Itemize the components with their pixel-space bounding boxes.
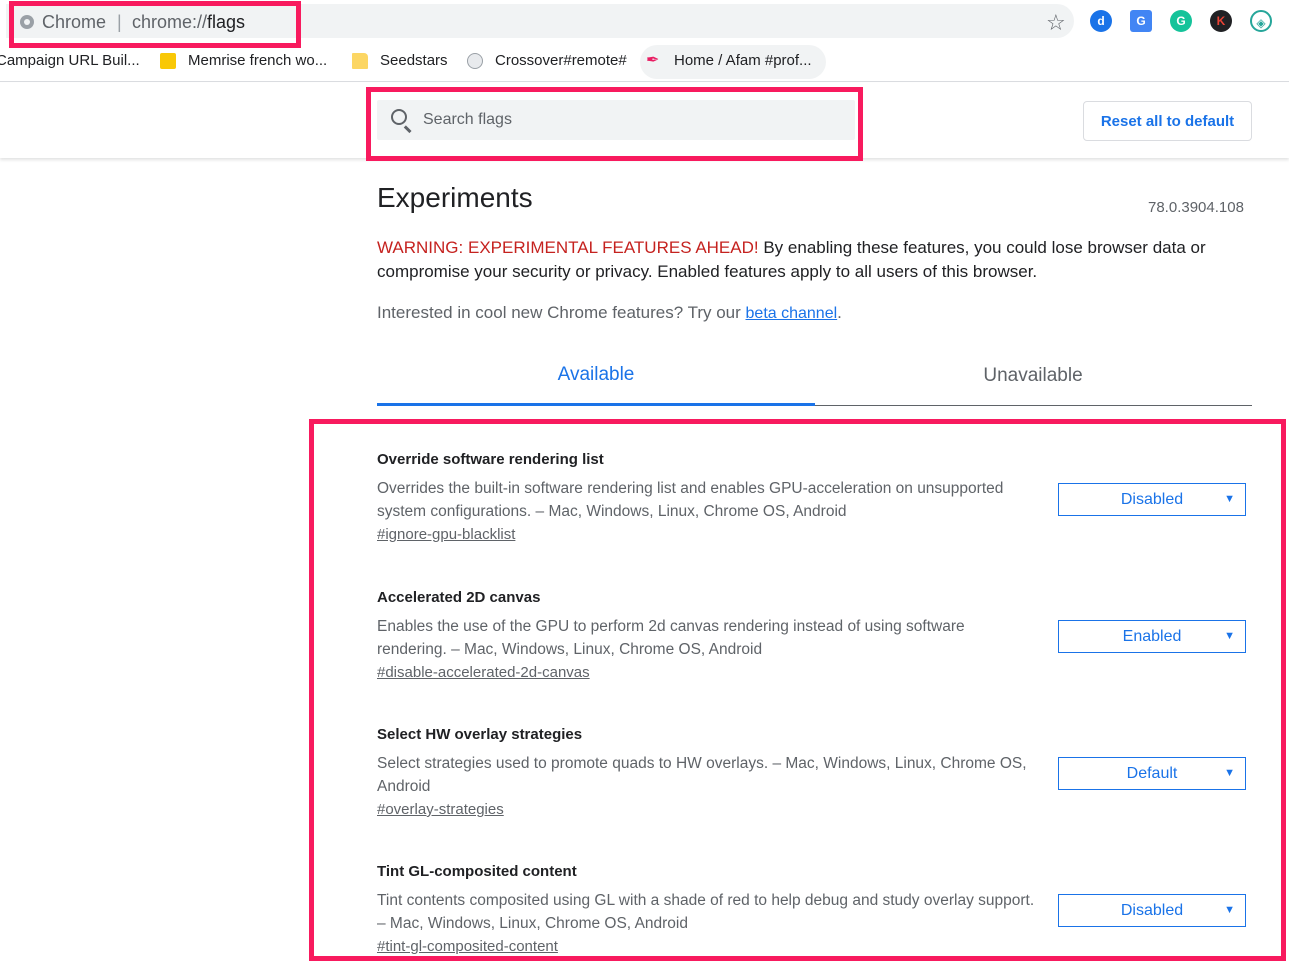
dropdown-arrow-icon: ▼ <box>1224 630 1235 642</box>
experiment-description: Select strategies used to promote quads … <box>377 755 1027 795</box>
beta-channel-link[interactable]: beta channel <box>746 305 838 322</box>
bookmark-label: Crossover#remote# <box>495 52 627 69</box>
dropdown-arrow-icon: ▼ <box>1224 767 1235 779</box>
bookmark-star-icon[interactable]: ☆ <box>1046 12 1066 34</box>
bookmarks-bar: Campaign URL Buil... Memrise french wo..… <box>0 42 1289 82</box>
experiment-item: Accelerated 2D canvas Enables the use of… <box>377 589 1252 682</box>
search-box[interactable] <box>377 100 855 140</box>
experiment-description: Overrides the built-in software renderin… <box>377 480 1004 520</box>
experiment-state-select[interactable]: Enabled ▼ <box>1058 620 1246 653</box>
bookmark-crossover[interactable]: Crossover#remote# <box>467 50 627 76</box>
browser-toolbar: Chrome | chrome://flags ☆ d G G K ◈ <box>0 0 1289 42</box>
bookmark-home-afam[interactable]: ✒ Home / Afam #prof... <box>640 45 826 79</box>
bookmark-label: Campaign URL Buil... <box>0 52 140 69</box>
experiment-name: Override software rendering list <box>377 451 604 468</box>
kami-icon[interactable]: K <box>1210 10 1232 32</box>
experiment-state-select[interactable]: Disabled ▼ <box>1058 894 1246 927</box>
beta-promo: Interested in cool new Chrome features? … <box>377 303 842 323</box>
tab-bar: Available Unavailable <box>377 355 1252 406</box>
experiment-state-select[interactable]: Default ▼ <box>1058 757 1246 790</box>
bookmark-label: Memrise french wo... <box>188 52 328 69</box>
search-icon <box>391 109 407 125</box>
select-value: Disabled <box>1120 491 1184 508</box>
bookmark-label: Seedstars <box>380 52 448 69</box>
experiment-description: Enables the use of the GPU to perform 2d… <box>377 618 965 658</box>
beta-promo-suffix: . <box>837 303 842 322</box>
feather-icon: ✒ <box>646 52 660 70</box>
experiment-item: Select HW overlay strategies Select stra… <box>377 726 1252 819</box>
experiment-permalink[interactable]: #ignore-gpu-blacklist <box>377 526 515 543</box>
google-translate-icon[interactable]: G <box>1130 10 1152 32</box>
select-value: Default <box>1126 765 1178 782</box>
site-separator: | <box>117 12 122 32</box>
warning-label: WARNING: EXPERIMENTAL FEATURES AHEAD! <box>377 238 759 257</box>
crossover-icon <box>467 53 483 70</box>
grammarly-icon[interactable]: G <box>1170 10 1192 32</box>
select-value: Disabled <box>1120 902 1184 919</box>
beta-promo-text: Interested in cool new Chrome features? … <box>377 303 746 322</box>
dropdown-arrow-icon: ▼ <box>1224 493 1235 505</box>
experiment-item: Override software rendering list Overrid… <box>377 451 1252 544</box>
version-label: 78.0.3904.108 <box>1148 199 1244 216</box>
address-url[interactable]: chrome://flags <box>132 12 245 33</box>
bookmark-campaign-url[interactable]: Campaign URL Buil... <box>0 50 140 76</box>
experiment-name: Tint GL-composited content <box>377 863 577 880</box>
experiment-item: Tint GL-composited content Tint contents… <box>377 863 1252 956</box>
reset-all-button[interactable]: Reset all to default <box>1083 101 1252 141</box>
experiment-name: Accelerated 2D canvas <box>377 589 541 606</box>
tab-unavailable[interactable]: Unavailable <box>814 355 1252 405</box>
experiment-state-select[interactable]: Disabled ▼ <box>1058 483 1246 516</box>
address-bar[interactable]: Chrome | chrome://flags ☆ <box>6 4 1074 38</box>
flags-header: Reset all to default <box>0 83 1289 158</box>
page-title: Experiments <box>377 182 533 213</box>
experiment-permalink[interactable]: #overlay-strategies <box>377 801 504 818</box>
site-name: Chrome <box>42 12 107 32</box>
bookmark-memrise[interactable]: Memrise french wo... <box>160 50 327 76</box>
experiment-permalink[interactable]: #disable-accelerated-2d-canvas <box>377 664 590 681</box>
memrise-icon <box>160 53 176 70</box>
url-scheme: chrome:// <box>132 12 208 32</box>
bookmark-seedstars[interactable]: Seedstars <box>352 50 448 76</box>
chrome-site-icon <box>20 15 34 29</box>
experiment-description: Tint contents composited using GL with a… <box>377 892 1035 932</box>
folder-icon <box>352 53 368 70</box>
experiment-name: Select HW overlay strategies <box>377 726 583 743</box>
search-input[interactable] <box>423 100 843 140</box>
url-path: flags <box>207 12 246 32</box>
tab-available[interactable]: Available <box>377 355 815 406</box>
dashlane-icon[interactable]: d <box>1090 10 1112 32</box>
bookmark-label: Home / Afam #prof... <box>674 52 812 69</box>
select-value: Enabled <box>1122 628 1182 645</box>
warning-text: WARNING: EXPERIMENTAL FEATURES AHEAD! By… <box>377 236 1252 284</box>
dropdown-arrow-icon: ▼ <box>1224 904 1235 916</box>
experiment-permalink[interactable]: #tint-gl-composited-content <box>377 938 558 955</box>
shield-extension-icon[interactable]: ◈ <box>1250 10 1272 32</box>
